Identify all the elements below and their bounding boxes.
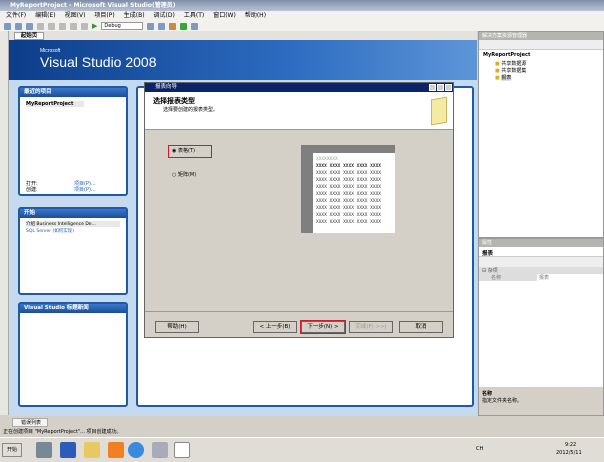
status-bar: 正在创建项目 "MyReportProject"... 项目创建成功。 [0,428,604,437]
preview-row: XXXX XXXX XXXX XXXX XXXX [316,213,382,218]
solution-explorer-icon[interactable] [147,22,155,30]
tools-icon[interactable] [108,442,124,458]
tree-folder[interactable]: ■ 共享数据集 [479,67,603,74]
copy-icon[interactable] [48,22,55,30]
menu-bar: 文件(F) 编辑(E) 视图(V) 项目(P) 生成(B) 调试(D) 工具(T… [0,11,604,21]
cancel-button[interactable]: 取消 [399,321,443,333]
object-browser-icon[interactable] [180,22,188,30]
menu-tools[interactable]: 工具(T) [184,11,204,21]
toolbox-icon[interactable] [169,22,177,30]
start-link-bi[interactable]: 介绍 Business Intelligence De... [26,221,120,227]
preview-row: XXXX XXXX XXXX XXXX XXXX [316,178,382,183]
properties-panel: 属性 报表 ⊟ 杂项 名称 报表 名称 指定文件夹名称。 [478,238,604,416]
dialog-title-bar: 报表向导 [145,83,453,92]
start-link-sql[interactable]: SQL Server (如何实现) [26,228,120,234]
tree-project[interactable]: MyReportProject [479,50,603,60]
start-debug-icon[interactable]: ▶ [92,22,97,30]
prop-category: ⊟ 杂项 [479,267,603,274]
dialog-heading: 选择报表类型 [153,97,195,105]
recent-projects-panel: 最近的项目 MyReportProject 打开: 创建: 项目(P)... 项… [18,86,128,196]
window-icon[interactable] [191,22,199,30]
taskbar: 开始 CH 9:22 2012/5/11 [0,437,604,462]
undo-icon[interactable] [70,22,77,30]
report-wizard-dialog: 报表向导 选择报表类型 选择要创建的报表类型。 ◉ 表格(T) ○ 矩阵(M) … [144,82,454,338]
matrix-option[interactable]: ○ 矩阵(M) [172,171,196,178]
cut-icon[interactable] [37,22,44,30]
properties-icon[interactable] [158,22,166,30]
preview-row: XXXX XXXX XXXX XXXX XXXX [316,185,382,190]
help-button[interactable]: 帮助(H) [155,321,199,333]
object-select[interactable]: 报表 [479,247,603,257]
tree-folder[interactable]: ■ 共享数据源 [479,60,603,67]
title-bar: MyReportProject - Microsoft Visual Studi… [0,0,604,11]
preview-page: XXXXXXXX XXXX XXXX XXXX XXXX XXXX XXXX XX… [313,153,395,233]
clock-date[interactable]: 2012/5/11 [556,450,582,456]
panel-title: 解决方案资源管理器 [479,32,603,40]
clock-time[interactable]: 9:22 [565,442,576,448]
new-project-icon[interactable] [4,22,11,30]
wizard-icon [431,96,447,126]
close-button[interactable] [445,84,452,91]
save-all-icon[interactable] [26,22,33,30]
tabular-option[interactable]: ◉ 表格(T) [168,145,212,158]
preview-row: XXXX XXXX XXXX XXXX XXXX [316,171,382,176]
preview-row: XXXX XXXX XXXX XXXX XXXX [316,164,382,169]
config-select[interactable]: Debug [101,22,144,30]
next-button[interactable]: 下一步(N) > [300,320,346,334]
start-button[interactable]: 开始 [2,443,22,457]
menu-project[interactable]: 项目(P) [94,11,114,21]
preview-row: XXXX XXXX XXXX XXXX XXXX [316,220,382,225]
news-panel: Visual Studio 标题新闻 [18,302,128,407]
solution-explorer: 解决方案资源管理器 MyReportProject ■ 共享数据源 ■ 共享数据… [478,31,604,238]
preview-title: XXXXXXXX [316,157,338,162]
powershell-icon[interactable] [60,442,76,458]
explorer-icon[interactable] [84,442,100,458]
toolbox-strip[interactable] [0,31,9,415]
menu-view[interactable]: 视图(V) [65,11,86,21]
server-manager-icon[interactable] [36,442,52,458]
tab-error-list[interactable]: 错误列表 [12,418,48,427]
create-label: 创建: [26,187,38,193]
language-indicator[interactable]: CH [476,446,483,452]
maximize-button[interactable] [437,84,444,91]
document-icon[interactable] [152,442,168,458]
getting-started-panel: 开始 介绍 Business Intelligence De... SQL Se… [18,207,128,295]
ie-icon[interactable] [128,442,144,458]
redo-icon[interactable] [81,22,88,30]
preview-row: XXXX XXXX XXXX XXXX XXXX [316,199,382,204]
finish-button[interactable]: 完成(F) >>| [349,321,393,333]
save-icon[interactable] [15,22,22,30]
preview-grid: XXXX XXXX XXXX XXXX XXXX XXXX XXXX XXXX X… [316,163,392,226]
recent-project-item[interactable]: MyReportProject [26,101,84,107]
dialog-title: 报表向导 [155,84,178,90]
panel-title: 最近的项目 [20,88,126,97]
tree-folder[interactable]: ■ 报表 [479,74,603,81]
menu-debug[interactable]: 调试(D) [154,11,175,21]
panel-title: 属性 [479,239,603,247]
prop-row[interactable]: 名称 报表 [479,274,603,281]
menu-help[interactable]: 帮助(H) [245,11,266,21]
tab-start-page[interactable]: 起始页 [14,32,44,40]
dialog-subheading: 选择要创建的报表类型。 [163,107,219,113]
paste-icon[interactable] [59,22,66,30]
menu-edit[interactable]: 编辑(E) [35,11,55,21]
preview-row: XXXX XXXX XXXX XXXX XXXX [316,192,382,197]
dialog-header: 选择报表类型 选择要创建的报表类型。 [145,92,453,130]
visual-studio-task[interactable] [174,442,190,458]
vs-logo: Microsoft Visual Studio 2008 [40,48,157,70]
tab-strip [9,31,477,40]
panel-title: Visual Studio 标题新闻 [20,304,126,313]
minimize-button[interactable] [429,84,436,91]
preview-row: XXXX XXXX XXXX XXXX XXXX [316,206,382,211]
back-button[interactable]: < 上一步(B) [253,321,297,333]
toolbar: ▶ Debug [0,21,604,31]
prop-description: 名称 指定文件夹名称。 [479,387,603,415]
create-project-link[interactable]: 项目(P)... [74,186,96,193]
menu-build[interactable]: 生成(B) [124,11,145,21]
panel-title: 开始 [20,209,126,218]
menu-file[interactable]: 文件(F) [6,11,26,21]
report-preview: XXXXXXXX XXXX XXXX XXXX XXXX XXXX XXXX XX… [301,145,395,233]
menu-window[interactable]: 窗口(W) [213,11,236,21]
